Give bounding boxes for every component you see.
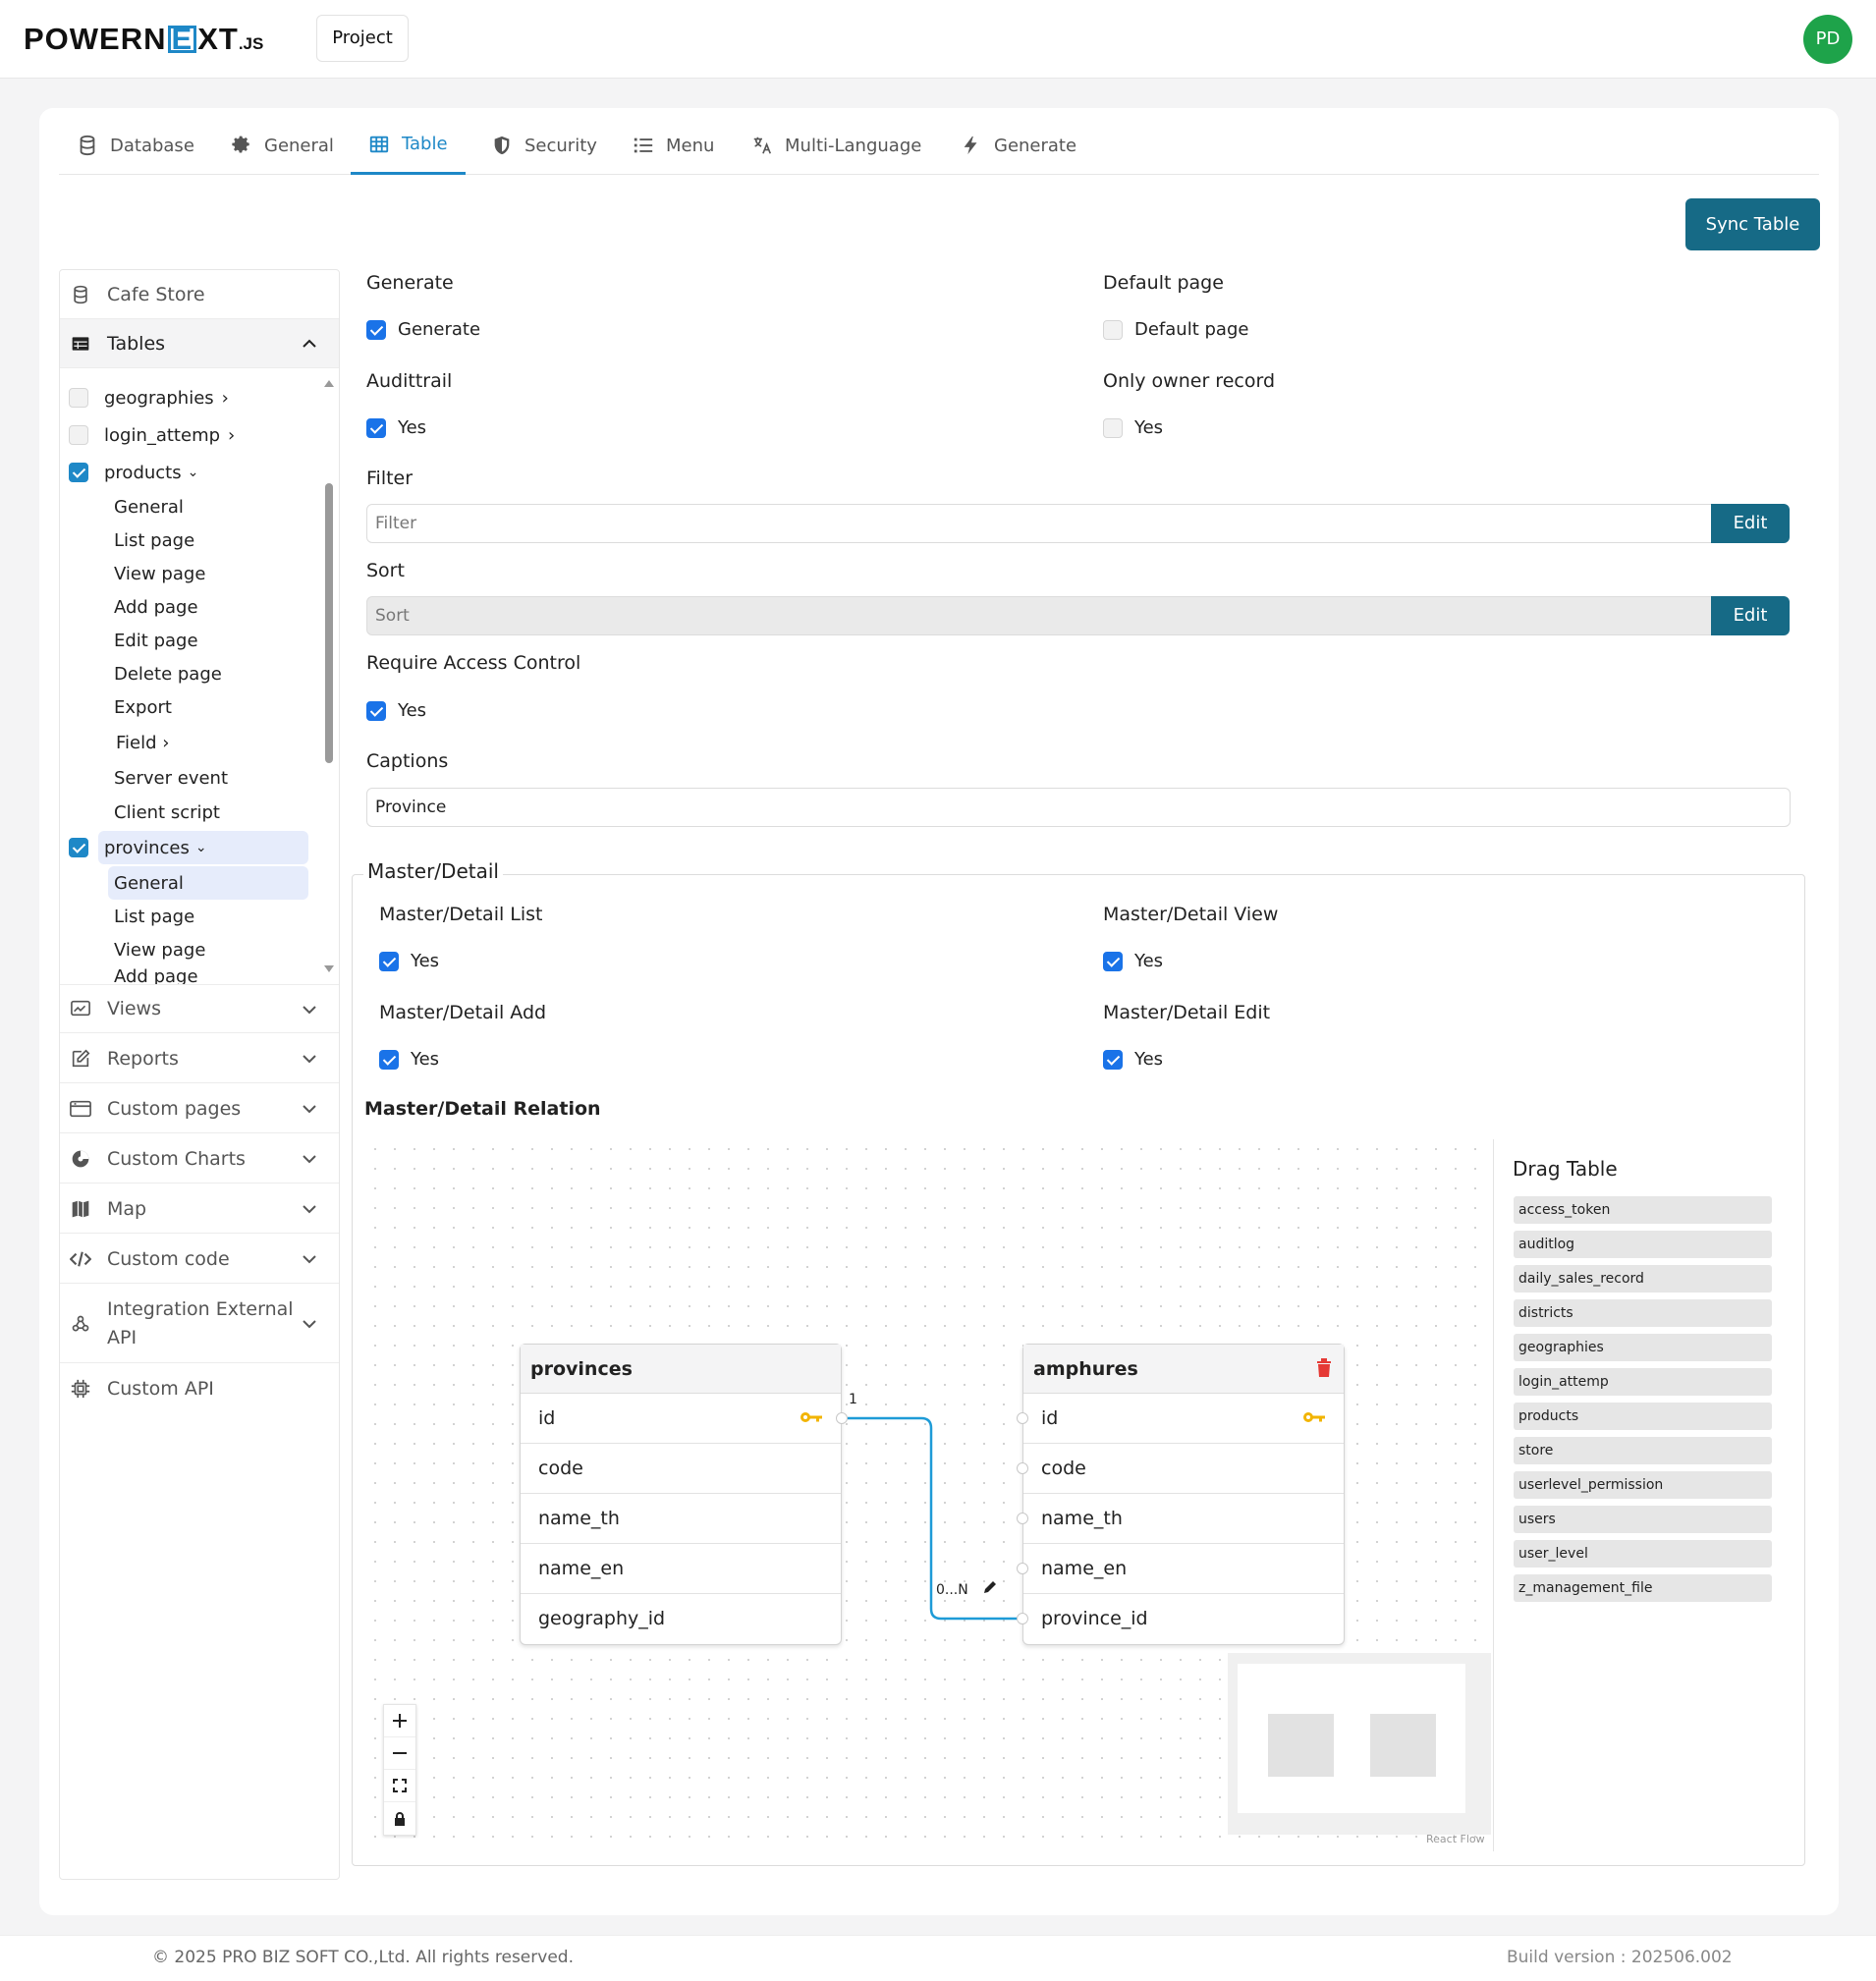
flow-controls [383,1704,416,1836]
drag-table-item[interactable]: z_management_file [1514,1574,1772,1602]
drag-table-item[interactable]: store [1514,1437,1772,1464]
zoom-out-button[interactable] [384,1737,415,1770]
target-handle[interactable] [1017,1462,1028,1474]
field-row: province_id [1017,1594,1344,1644]
field-row: name_th [1017,1494,1344,1544]
target-handle[interactable] [1017,1613,1028,1624]
zoom-in-button[interactable] [384,1705,415,1737]
field-row: code [521,1444,841,1494]
drag-table-item[interactable]: user_level [1514,1540,1772,1568]
key-icon [1302,1409,1326,1425]
fit-view-button[interactable] [384,1770,415,1802]
trash-icon[interactable] [1316,1358,1332,1378]
minimap-node [1370,1714,1436,1777]
drag-table-item[interactable]: districts [1514,1299,1772,1327]
key-icon [800,1409,823,1425]
drag-table-item[interactable]: auditlog [1514,1231,1772,1258]
node-title: provinces [521,1345,841,1394]
field-row: name_en [521,1544,841,1594]
relation-edge[interactable] [0,0,1876,1981]
target-handle[interactable] [1017,1563,1028,1574]
build-version: Build version : 202506.002 [1507,1948,1733,1967]
drag-table-item[interactable]: login_attemp [1514,1368,1772,1396]
drag-table-item[interactable]: geographies [1514,1334,1772,1361]
field-row: id [521,1394,848,1444]
node-provinces[interactable]: provinces id code name_th name_en geogra… [520,1344,848,1645]
target-handle[interactable] [1017,1513,1028,1524]
cardinality-one: 1 [849,1392,857,1407]
field-row: code [1017,1444,1344,1494]
copyright-text: © 2025 PRO BIZ SOFT CO.,Ltd. All rights … [152,1948,574,1967]
node-title: amphures [1023,1345,1344,1394]
drag-table-item[interactable]: products [1514,1403,1772,1430]
drag-table-item[interactable]: access_token [1514,1196,1772,1224]
node-amphures[interactable]: amphures id code name_th name_en provinc… [1017,1344,1345,1645]
drag-table-title: Drag Table [1513,1157,1618,1181]
cardinality-many: 0...N [936,1582,968,1598]
source-handle[interactable] [836,1412,848,1424]
field-row: id [1017,1394,1344,1444]
minimap-node [1268,1714,1334,1777]
field-row: name_th [521,1494,841,1544]
field-row: geography_id [538,1608,666,1629]
drag-table-item[interactable]: userlevel_permission [1514,1471,1772,1499]
target-handle[interactable] [1017,1412,1028,1424]
pencil-icon[interactable] [982,1579,998,1595]
react-flow-attribution[interactable]: React Flow [1426,1833,1485,1845]
field-row: name_en [1017,1544,1344,1594]
lock-button[interactable] [384,1802,415,1835]
drag-table-item[interactable]: daily_sales_record [1514,1265,1772,1293]
drag-table-item[interactable]: users [1514,1506,1772,1533]
